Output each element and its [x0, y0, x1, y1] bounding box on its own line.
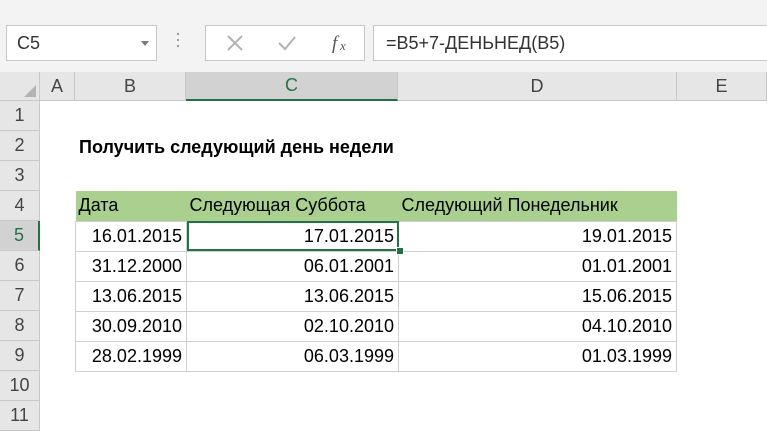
- header-cell-next-saturday[interactable]: Следующая Суббота: [186, 191, 399, 221]
- column-header-b[interactable]: B: [75, 72, 186, 101]
- cell[interactable]: 06.01.2001: [186, 250, 399, 282]
- header-cell-next-monday[interactable]: Следующий Понедельник: [398, 191, 677, 221]
- cell[interactable]: 13.06.2015: [75, 280, 187, 312]
- cell[interactable]: 02.10.2010: [186, 310, 399, 342]
- svg-text:f: f: [332, 33, 340, 54]
- cell[interactable]: 19.01.2015: [398, 220, 677, 252]
- cell[interactable]: 16.01.2015: [75, 220, 187, 252]
- column-header-d[interactable]: D: [398, 72, 677, 101]
- sheet-title[interactable]: Получить следующий день недели: [79, 137, 394, 158]
- table-header-row: Дата Следующая Суббота Следующий Понедел…: [75, 191, 677, 221]
- cell[interactable]: 06.03.1999: [186, 340, 399, 372]
- row-header-2[interactable]: 2: [0, 131, 40, 161]
- cell[interactable]: 15.06.2015: [398, 280, 677, 312]
- formula-input[interactable]: =B5+7-ДЕНЬНЕД(B5): [373, 25, 767, 61]
- function-icon[interactable]: fx: [324, 26, 358, 60]
- table-row: 13.06.2015 13.06.2015 15.06.2015: [75, 280, 677, 312]
- select-all-icon: [24, 85, 36, 97]
- row-header-10[interactable]: 10: [0, 371, 40, 401]
- row-header-9[interactable]: 9: [0, 341, 40, 371]
- worksheet-grid[interactable]: A B C D E 1 2 3 4 5 6 7 8 9 10 11 Получи…: [0, 72, 767, 431]
- column-header-e[interactable]: E: [677, 72, 767, 101]
- cell[interactable]: 30.09.2010: [75, 310, 187, 342]
- row-header-7[interactable]: 7: [0, 281, 40, 311]
- table-row: 31.12.2000 06.01.2001 01.01.2001: [75, 250, 677, 282]
- cell[interactable]: 28.02.1999: [75, 340, 187, 372]
- cell[interactable]: 13.06.2015: [186, 280, 399, 312]
- header-cell-date[interactable]: Дата: [75, 191, 187, 221]
- formula-bar: C5 fx =B5+7-ДЕНЬНЕД(B5): [0, 6, 767, 72]
- table-row: 30.09.2010 02.10.2010 04.10.2010: [75, 310, 677, 342]
- name-box[interactable]: C5: [6, 25, 157, 61]
- enter-icon[interactable]: [272, 26, 302, 60]
- cell[interactable]: 01.01.2001: [398, 250, 677, 282]
- svg-text:x: x: [339, 38, 346, 53]
- fill-handle[interactable]: [396, 247, 404, 255]
- column-header-c[interactable]: C: [186, 72, 398, 101]
- drag-handle[interactable]: [176, 33, 180, 53]
- formula-text: =B5+7-ДЕНЬНЕД(B5): [386, 33, 566, 53]
- row-header-3[interactable]: 3: [0, 161, 40, 191]
- row-header-5[interactable]: 5: [0, 221, 40, 251]
- column-header-a[interactable]: A: [40, 72, 75, 101]
- row-header-4[interactable]: 4: [0, 191, 40, 221]
- dropdown-arrow-icon[interactable]: [141, 41, 149, 46]
- data-table: Дата Следующая Суббота Следующий Понедел…: [75, 191, 677, 372]
- select-all-button[interactable]: [0, 72, 40, 101]
- formula-buttons: fx: [205, 25, 365, 61]
- row-header-11[interactable]: 11: [0, 401, 40, 431]
- table-row: 28.02.1999 06.03.1999 01.03.1999: [75, 340, 677, 372]
- cell[interactable]: 31.12.2000: [75, 250, 187, 282]
- cell[interactable]: 01.03.1999: [398, 340, 677, 372]
- row-header-8[interactable]: 8: [0, 311, 40, 341]
- name-box-value: C5: [17, 33, 41, 53]
- row-header-1[interactable]: 1: [0, 101, 40, 131]
- cell[interactable]: 04.10.2010: [398, 310, 677, 342]
- row-header-6[interactable]: 6: [0, 251, 40, 281]
- cancel-icon[interactable]: [220, 26, 250, 60]
- selected-cell[interactable]: 17.01.2015: [186, 220, 399, 252]
- table-row: 16.01.2015 17.01.2015 19.01.2015: [75, 220, 677, 252]
